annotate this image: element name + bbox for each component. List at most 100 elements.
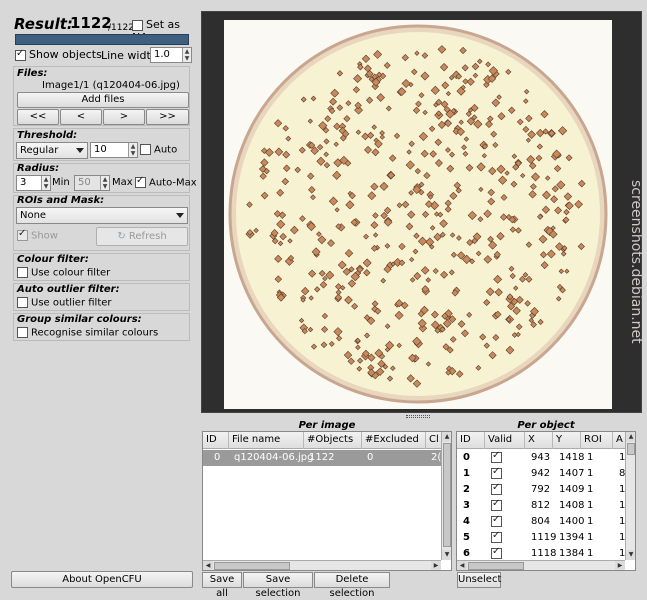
radius-min-label: Min [52,177,70,188]
checkbox-icon[interactable] [17,228,28,241]
threshold-mode-select[interactable]: Regular [16,142,88,159]
line-width-value[interactable]: 1.0 [154,49,170,60]
threshold-auto-checkbox[interactable]: Auto [140,144,177,156]
line-width-spinbox[interactable]: 1.0 ▲ ▼ [150,47,192,63]
first-file-button[interactable]: << [17,109,59,125]
valid-checkbox[interactable] [491,530,502,543]
scroll-left-icon[interactable]: ◀ [203,561,213,570]
scrollbar-thumb[interactable] [468,562,524,570]
about-button[interactable]: About OpenCFU [11,571,193,588]
valid-checkbox[interactable] [491,466,502,479]
next-file-button[interactable]: > [103,109,145,125]
horizontal-scrollbar[interactable]: ◀ ▶ [457,560,625,570]
show-roi-checkbox[interactable]: Show [17,228,58,242]
col-id[interactable]: ID [457,432,485,449]
prev-file-button[interactable]: < [60,109,102,125]
table-row[interactable]: 38121408114 [457,498,632,514]
spin-arrows-icon[interactable]: ▲ ▼ [128,143,137,157]
checkbox-icon[interactable] [140,144,151,155]
checkbox-icon[interactable] [17,267,28,278]
vertical-scrollbar[interactable]: ▲ ▼ [625,432,635,560]
watermark: screenshots.debian.net [628,180,644,344]
col-objects[interactable]: #Objects [304,432,362,449]
cell-objects: 1122 [309,452,335,463]
valid-checkbox[interactable] [491,450,502,463]
scroll-up-icon[interactable]: ▲ [626,432,635,442]
checkbox-icon[interactable] [132,19,143,31]
scrollbar-thumb[interactable] [627,443,635,455]
scrollbar-thumb[interactable] [443,443,451,547]
radius-group: Radius: 3 ▲▼ Min 50 ▲▼ Max Auto-Max [13,163,197,193]
threshold-value[interactable]: 10 [94,144,107,155]
spin-arrows-icon[interactable]: ▲ ▼ [100,176,109,190]
petri-dish-image[interactable] [224,20,612,409]
horizontal-scrollbar[interactable]: ◀ ▶ [203,560,441,570]
cell-roi: 1 [587,452,594,463]
radius-min-spinbox[interactable]: 3 ▲ ▼ [16,175,51,191]
per-image-table[interactable]: ID File name #Objects #Excluded Cl 0 q12… [202,431,452,571]
table-row[interactable]: 511191394114 [457,530,632,546]
col-file-name[interactable]: File name [229,432,304,449]
vertical-scrollbar[interactable]: ▲ ▼ [441,432,451,560]
col-a[interactable]: A [613,432,625,449]
image-viewer[interactable] [201,11,642,413]
auto-max-checkbox[interactable]: Auto-Max [135,175,197,189]
valid-checkbox[interactable] [491,482,502,495]
roi-select-value[interactable]: None [20,210,46,221]
threshold-spinbox[interactable]: 10 ▲ ▼ [90,142,138,158]
radius-max-value[interactable]: 50 [78,177,91,188]
col-roi[interactable]: ROI [581,432,613,449]
table-row[interactable]: 27921409116 [457,482,632,498]
col-cl[interactable]: Cl [426,432,441,449]
col-x[interactable]: X [525,432,553,449]
scroll-right-icon[interactable]: ▶ [431,561,441,570]
col-id[interactable]: ID [203,432,229,449]
per-object-table[interactable]: ID Valid X Y ROI A 094314181161942140718… [456,431,636,571]
unselect-button[interactable]: Unselect [457,572,501,588]
refresh-button[interactable]: ↻ Refresh [96,227,188,246]
roi-select[interactable]: None [16,207,188,224]
cell-excluded: 0 [367,452,374,463]
valid-checkbox[interactable] [491,498,502,511]
show-roi-label: Show [31,230,58,242]
radius-max-spinbox[interactable]: 50 ▲ ▼ [74,175,110,191]
chevron-down-icon[interactable] [76,148,84,153]
vertical-splitter[interactable] [201,413,642,420]
use-colour-filter-checkbox[interactable]: Use colour filter [17,267,110,279]
table-row[interactable]: 09431418116 [457,450,632,466]
scroll-left-icon[interactable]: ◀ [457,561,467,570]
current-file-label: Image1/1 (q120404-06.jpg) [42,80,180,91]
checkbox-icon[interactable] [17,327,28,338]
radius-min-value[interactable]: 3 [20,177,26,188]
colour-filter-title: Colour filter: [17,254,89,265]
col-valid[interactable]: Valid [485,432,525,449]
checkbox-icon[interactable] [135,175,146,188]
recognise-colours-checkbox[interactable]: Recognise similar colours [17,327,158,339]
table-row[interactable]: 48041400114 [457,514,632,530]
table-row[interactable]: 19421407189 [457,466,632,482]
scroll-up-icon[interactable]: ▲ [442,432,451,442]
threshold-mode-value[interactable]: Regular [20,145,58,156]
save-selection-button[interactable]: Save selection [243,572,313,599]
col-excluded[interactable]: #Excluded [362,432,426,449]
checkbox-icon[interactable] [15,48,26,61]
scroll-down-icon[interactable]: ▼ [626,550,635,560]
scroll-down-icon[interactable]: ▼ [442,550,451,560]
save-all-button[interactable]: Save all [202,572,242,599]
spin-arrows-icon[interactable]: ▲ ▼ [182,48,191,62]
col-y[interactable]: Y [553,432,581,449]
show-objects-checkbox[interactable]: Show objects [15,48,102,61]
table-row[interactable]: 0 q120404-06.jpg 1122 0 2( [203,450,441,466]
valid-checkbox[interactable] [491,546,502,559]
valid-checkbox[interactable] [491,514,502,527]
add-files-button[interactable]: Add files [17,92,189,108]
delete-selection-button[interactable]: Delete selection [314,572,390,599]
scroll-right-icon[interactable]: ▶ [615,561,625,570]
chevron-down-icon[interactable] [176,213,184,218]
scrollbar-thumb[interactable] [214,562,290,570]
last-file-button[interactable]: >> [146,109,189,125]
splitter-grip-icon[interactable] [406,415,430,418]
checkbox-icon[interactable] [17,297,28,308]
use-outlier-filter-checkbox[interactable]: Use outlier filter [17,297,112,309]
spin-arrows-icon[interactable]: ▲ ▼ [41,176,50,190]
